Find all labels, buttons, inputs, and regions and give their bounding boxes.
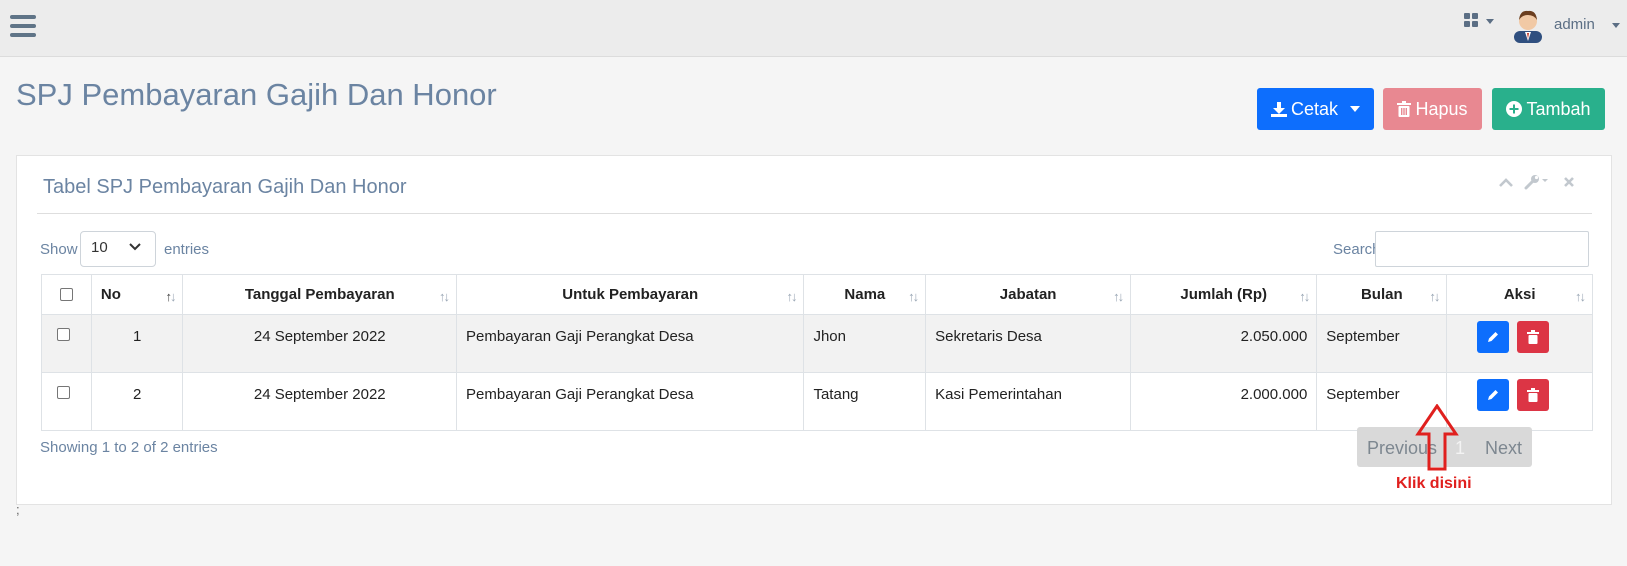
cell-no: 1 <box>90 314 184 373</box>
panel-title: Tabel SPJ Pembayaran Gajih Dan Honor <box>43 176 407 198</box>
hapus-button[interactable]: Hapus <box>1383 88 1482 130</box>
cell-nama: Tatang <box>803 372 927 431</box>
next-button[interactable]: Next <box>1485 438 1522 459</box>
column-header-jabatan[interactable]: Jabatan ↑↓ <box>925 274 1132 315</box>
sort-icon: ↑↓ <box>1429 289 1440 304</box>
tambah-label: Tambah <box>1526 98 1591 119</box>
delete-button[interactable] <box>1517 379 1550 411</box>
pencil-icon <box>1488 332 1499 342</box>
stray-text: ; <box>16 502 20 517</box>
cell-aksi <box>1446 314 1593 373</box>
chevron-down-icon <box>129 243 141 251</box>
chevron-down-icon <box>1486 19 1494 24</box>
chevron-up-icon[interactable] <box>1499 177 1513 187</box>
grid-icon <box>1464 13 1470 19</box>
close-icon[interactable] <box>1563 176 1575 188</box>
tambah-button[interactable]: Tambah <box>1492 88 1605 130</box>
trash-icon <box>1527 330 1540 344</box>
table-header-row: No ↑↓ Tanggal Pembayaran ↑↓ Untuk Pembayar… <box>41 274 1593 315</box>
sort-icon: ↑↓ <box>908 289 919 304</box>
cell-aksi <box>1446 372 1593 431</box>
column-header-untuk[interactable]: Untuk Pembayaran ↑↓ <box>456 274 805 315</box>
edit-button[interactable] <box>1477 321 1510 353</box>
user-avatar-icon[interactable] <box>1512 7 1544 43</box>
chevron-down-icon[interactable] <box>1612 23 1620 28</box>
chevron-down-icon <box>1350 106 1361 112</box>
search-input[interactable] <box>1375 231 1589 267</box>
sort-icon: ↑↓ <box>1299 289 1310 304</box>
entries-label: entries <box>164 241 210 258</box>
panel-divider <box>37 213 1592 214</box>
column-header-aksi[interactable]: Aksi ↑↓ <box>1446 274 1593 315</box>
pencil-icon <box>1488 390 1499 400</box>
panel-tools <box>1499 174 1589 194</box>
cell-jabatan: Sekretaris Desa <box>925 314 1132 373</box>
cell-jumlah: 2.050.000 <box>1130 314 1318 373</box>
table-panel: Tabel SPJ Pembayaran Gajih Dan Honor Sho… <box>16 155 1612 505</box>
grid-menu-button[interactable] <box>1464 13 1500 33</box>
row-checkbox[interactable] <box>57 328 70 341</box>
column-header-tanggal[interactable]: Tanggal Pembayaran ↑↓ <box>182 274 458 315</box>
column-header-jumlah[interactable]: Jumlah (Rp) ↑↓ <box>1130 274 1318 315</box>
cell-jumlah: 2.000.000 <box>1130 372 1318 431</box>
column-header-no[interactable]: No ↑↓ <box>90 274 184 315</box>
cell-jabatan: Kasi Pemerintahan <box>925 372 1132 431</box>
user-name[interactable]: admin <box>1554 16 1595 33</box>
table-row: 2 24 September 2022 Pembayaran Gaji Pera… <box>41 372 1593 431</box>
select-all-checkbox[interactable] <box>59 288 73 301</box>
entries-length-value: 10 <box>91 239 108 256</box>
menu-icon[interactable] <box>10 15 36 37</box>
page-title: SPJ Pembayaran Gajih Dan Honor <box>16 77 497 112</box>
cell-no: 2 <box>90 372 184 431</box>
cetak-label: Cetak <box>1290 98 1339 119</box>
data-table: No ↑↓ Tanggal Pembayaran ↑↓ Untuk Pembayar… <box>41 274 1593 431</box>
sort-icon: ↑↓ <box>1113 289 1124 304</box>
table-row: 1 24 September 2022 Pembayaran Gaji Pera… <box>41 314 1593 373</box>
select-all-cell <box>41 274 92 315</box>
entries-length-select[interactable]: 10 <box>80 231 156 267</box>
show-label: Show <box>40 241 78 258</box>
cell-bulan: September <box>1316 314 1448 373</box>
row-checkbox[interactable] <box>57 386 70 399</box>
download-icon <box>1270 102 1287 117</box>
sort-icon: ↑↓ <box>165 289 176 304</box>
cell-tanggal: 24 September 2022 <box>182 314 458 373</box>
cetak-button[interactable]: Cetak <box>1257 88 1374 130</box>
hapus-label: Hapus <box>1415 98 1468 119</box>
cell-nama: Jhon <box>803 314 927 373</box>
trash-icon <box>1397 101 1412 117</box>
cell-untuk: Pembayaran Gaji Perangkat Desa <box>456 314 805 373</box>
table-info: Showing 1 to 2 of 2 entries <box>40 439 218 456</box>
delete-button[interactable] <box>1517 321 1550 353</box>
cell-untuk: Pembayaran Gaji Perangkat Desa <box>456 372 805 431</box>
sort-icon: ↑↓ <box>439 289 450 304</box>
wrench-icon[interactable] <box>1523 174 1549 190</box>
column-header-nama[interactable]: Nama ↑↓ <box>803 274 927 315</box>
plus-circle-icon <box>1506 101 1523 117</box>
trash-icon <box>1527 388 1540 402</box>
annotation-label: Klik disini <box>1396 475 1472 492</box>
sort-icon: ↑↓ <box>786 289 797 304</box>
edit-button[interactable] <box>1477 379 1510 411</box>
sort-icon: ↑↓ <box>1575 289 1586 304</box>
top-navbar: admin <box>0 0 1627 57</box>
cell-tanggal: 24 September 2022 <box>182 372 458 431</box>
column-header-bulan[interactable]: Bulan ↑↓ <box>1316 274 1448 315</box>
arrow-up-icon <box>1415 404 1459 471</box>
